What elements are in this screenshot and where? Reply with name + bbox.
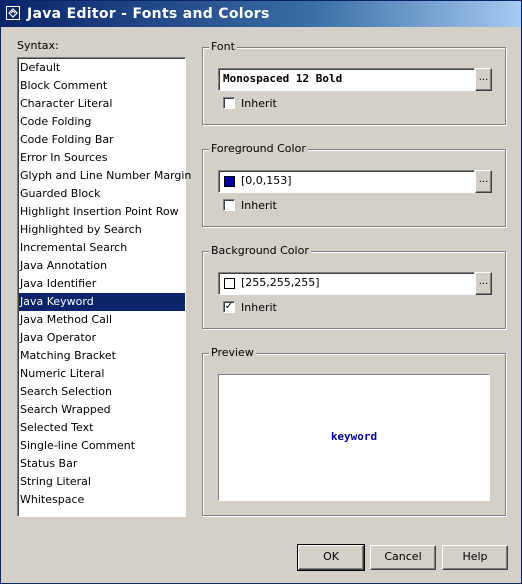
syntax-list-item[interactable]: Status Bar	[19, 455, 185, 473]
syntax-list-item[interactable]: Character Literal	[19, 95, 185, 113]
syntax-list-item[interactable]: Highlighted by Search	[19, 221, 185, 239]
font-inherit-label: Inherit	[241, 97, 277, 110]
syntax-list-item[interactable]: Default	[19, 59, 185, 77]
background-color-field[interactable]: [255,255,255]	[218, 272, 475, 295]
syntax-list-item[interactable]: Highlight Insertion Point Row	[19, 203, 185, 221]
window-title: Java Editor - Fonts and Colors	[27, 6, 270, 22]
syntax-list-item[interactable]: Numeric Literal	[19, 365, 185, 383]
font-group-title: Font	[209, 40, 237, 53]
syntax-list-item[interactable]: String Literal	[19, 473, 185, 491]
foreground-inherit-checkbox[interactable]	[223, 199, 235, 211]
syntax-list[interactable]: Default Block Comment Character Literal Cod…	[17, 57, 191, 517]
preview-title: Preview	[209, 346, 256, 359]
syntax-list-item[interactable]: Matching Bracket	[19, 347, 185, 365]
syntax-label: Syntax:	[17, 39, 59, 52]
background-color-swatch	[224, 278, 235, 289]
syntax-list-item[interactable]: Block Comment	[19, 77, 185, 95]
syntax-list-item[interactable]: Error In Sources	[19, 149, 185, 167]
foreground-color-swatch	[224, 176, 235, 187]
background-color-value: [255,255,255]	[241, 276, 320, 289]
background-inherit-label: Inherit	[241, 301, 277, 314]
ok-button[interactable]: OK	[297, 544, 365, 571]
syntax-list-item[interactable]: Java Annotation	[19, 257, 185, 275]
syntax-list-item[interactable]: Java Identifier	[19, 275, 185, 293]
syntax-list-item[interactable]: Java Keyword	[19, 293, 185, 311]
syntax-list-item[interactable]: Whitespace	[19, 491, 185, 509]
syntax-list-item[interactable]: Code Folding Bar	[19, 131, 185, 149]
syntax-list-item[interactable]: Selected Text	[19, 419, 185, 437]
syntax-list-item[interactable]: Incremental Search	[19, 239, 185, 257]
preview-sample-text: keyword	[330, 430, 378, 443]
syntax-list-item[interactable]: Java Method Call	[19, 311, 185, 329]
syntax-list-item[interactable]: Single-line Comment	[19, 437, 185, 455]
font-browse-button[interactable]: ...	[475, 68, 492, 91]
cancel-button[interactable]: Cancel	[370, 545, 436, 570]
foreground-inherit-label: Inherit	[241, 199, 277, 212]
foreground-color-title: Foreground Color	[209, 142, 308, 155]
help-button[interactable]: Help	[442, 545, 508, 570]
title-bar[interactable]: Java Editor - Fonts and Colors	[1, 1, 521, 27]
app-icon	[6, 6, 20, 20]
foreground-color-field[interactable]: [0,0,153]	[218, 170, 475, 193]
syntax-list-item[interactable]: Glyph and Line Number Margin	[19, 167, 191, 185]
syntax-list-item[interactable]: Java Operator	[19, 329, 185, 347]
syntax-list-item[interactable]: Code Folding	[19, 113, 185, 131]
foreground-color-browse-button[interactable]: ...	[475, 170, 492, 193]
background-color-browse-button[interactable]: ...	[475, 272, 492, 295]
background-color-title: Background Color	[209, 244, 311, 257]
dialog-window: Java Editor - Fonts and Colors Syntax: D…	[0, 0, 522, 584]
syntax-list-item[interactable]: Search Selection	[19, 383, 185, 401]
font-field[interactable]: Monospaced 12 Bold	[218, 68, 475, 91]
background-inherit-checkbox[interactable]: ✓	[223, 301, 235, 313]
foreground-color-value: [0,0,153]	[241, 174, 292, 187]
syntax-list-item[interactable]: Guarded Block	[19, 185, 185, 203]
syntax-list-item[interactable]: Search Wrapped	[19, 401, 185, 419]
preview-area: keyword	[218, 374, 490, 501]
font-inherit-checkbox[interactable]	[223, 97, 235, 109]
